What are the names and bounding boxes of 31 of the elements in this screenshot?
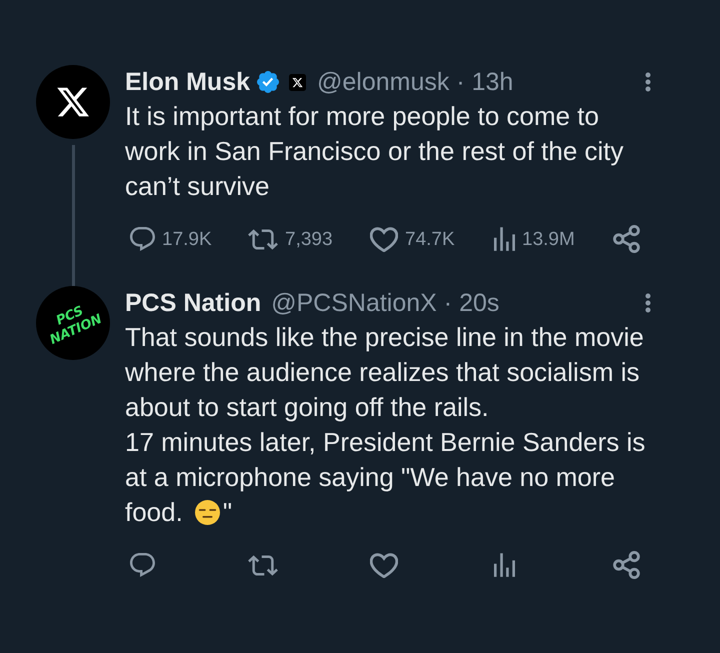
heart-icon [370,552,398,578]
bar-chart-icon [494,553,515,577]
more-options-icon[interactable] [645,72,651,92]
author-name[interactable]: Elon Musk [125,70,250,94]
more-options-icon[interactable] [645,293,651,313]
like-button[interactable]: 74.7K [370,226,455,252]
handle-and-time: @PCSNationX · 20s [271,290,500,316]
share-icon [613,225,640,253]
reply-button[interactable]: 17.9K [130,227,212,251]
reply-button[interactable] [130,553,155,577]
views-button[interactable] [494,553,515,577]
tweet-text: 17 minutes later, President Bernie Sanders is at a microphone saying "We have no more food. " [125,426,646,529]
heart-icon [370,226,398,252]
like-button[interactable] [370,552,398,578]
handle-and-time: @elonmusk · 13h [317,70,514,94]
speech-bubble-icon [130,553,155,577]
author-name[interactable]: PCS Nation [125,290,262,316]
share-button[interactable] [613,551,640,579]
x-logo-avatar[interactable] [36,65,110,139]
tweet-text: It is important for more people to come to work in San Francisco or the rest of the city can’t survive [125,100,625,203]
bar-chart-icon [494,227,515,251]
repost-button[interactable]: 7,393 [248,228,333,250]
repeat-arrows-icon [248,228,278,250]
views-button[interactable]: 13.9M [494,227,575,251]
tweet-text: That sounds like the precise line in the movie where the audience realizes that socialism is about to start going off the rails. [125,321,645,424]
repeat-arrows-icon [248,554,278,576]
speech-bubble-icon [130,227,155,251]
expressionless-face-icon [194,500,220,525]
share-button[interactable] [613,225,640,253]
share-icon [613,551,640,579]
repost-button[interactable] [248,554,278,576]
